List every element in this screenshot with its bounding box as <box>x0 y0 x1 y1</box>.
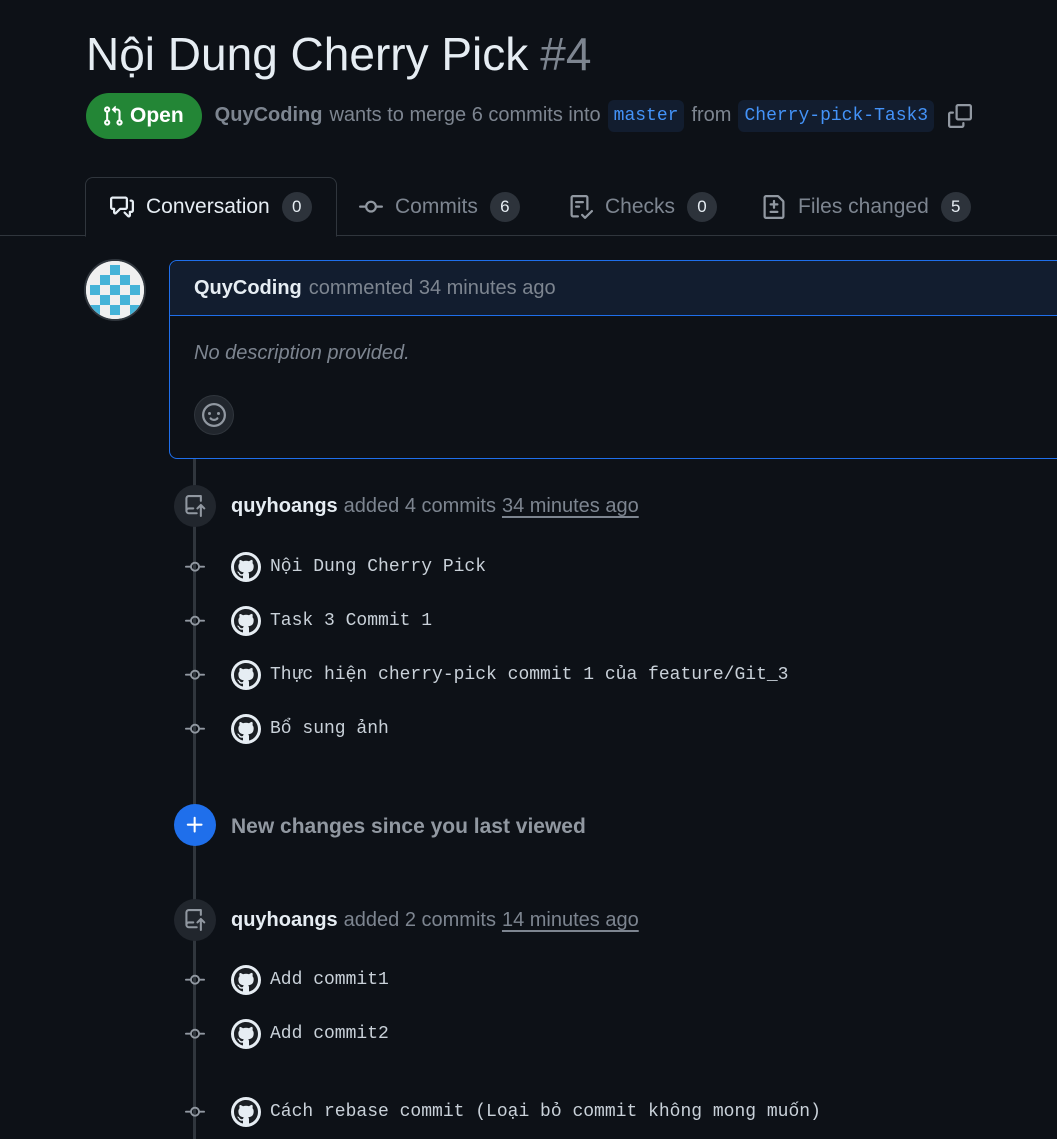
git-commit-icon <box>180 970 210 990</box>
page-title: Nội Dung Cherry Pick #4 <box>86 26 591 82</box>
file-diff-icon <box>763 194 785 219</box>
git-commit-icon <box>180 611 210 631</box>
tab-checks[interactable]: Checks 0 <box>569 177 718 236</box>
push-event-badge <box>174 899 216 941</box>
new-changes-label: New changes since you last viewed <box>231 815 586 838</box>
git-commit-icon <box>180 1024 210 1044</box>
pr-author-link[interactable]: QuyCoding <box>215 104 323 127</box>
commit-message-link[interactable]: Cách rebase commit (Loại bỏ commit không… <box>270 1102 821 1122</box>
git-commit-icon <box>180 1102 210 1122</box>
plus-icon <box>186 816 203 833</box>
new-changes-badge <box>174 804 216 846</box>
commit-row: Add commit2 <box>180 1017 389 1051</box>
tab-files-changed[interactable]: Files changed 5 <box>762 177 971 236</box>
tab-label: Checks <box>605 194 676 218</box>
tab-counter: 6 <box>489 191 520 222</box>
pr-number: #4 <box>540 28 592 80</box>
comment-discussion-icon <box>110 196 134 218</box>
commit-row: Thực hiện cherry-pick commit 1 của featu… <box>180 658 788 692</box>
status-badge: Open <box>86 92 202 139</box>
github-mark-icon[interactable] <box>231 1097 261 1127</box>
github-mark-icon[interactable] <box>231 552 261 582</box>
push-event: quyhoangs added 2 commits 14 minutes ago <box>231 906 639 934</box>
github-mark-icon[interactable] <box>231 1019 261 1049</box>
commit-message-link[interactable]: Nội Dung Cherry Pick <box>270 557 486 577</box>
copy-icon[interactable] <box>945 101 975 131</box>
repo-push-icon <box>185 909 206 931</box>
identicon-icon <box>86 261 144 319</box>
commit-row: Cách rebase commit (Loại bỏ commit không… <box>180 1095 821 1129</box>
pull-request-page: Nội Dung Cherry Pick #4 Open QuyCoding wa… <box>0 0 1057 1139</box>
github-mark-icon[interactable] <box>231 714 261 744</box>
comment-header: QuyCoding commented 34 minutes ago <box>170 261 1057 316</box>
git-pull-request-icon <box>104 105 123 126</box>
from-text: from <box>691 104 732 126</box>
tab-label: Files changed <box>798 194 929 218</box>
comment-box: QuyCoding commented 34 minutes ago No de… <box>169 260 1057 459</box>
comment-body: No description provided. <box>194 342 410 364</box>
git-commit-icon <box>180 557 210 577</box>
push-event-badge <box>174 485 216 527</box>
git-commit-icon <box>359 200 383 213</box>
head-branch[interactable]: Cherry-pick-Task3 <box>738 99 935 132</box>
status-label: Open <box>130 103 184 127</box>
pr-tabs: Conversation 0 Commits 6 Checks 0 Files … <box>0 177 1057 237</box>
comment-action: commented 34 minutes ago <box>308 276 556 299</box>
git-commit-icon <box>180 719 210 739</box>
checklist-icon <box>570 194 593 219</box>
event-actor-link[interactable]: quyhoangs <box>231 495 338 517</box>
merge-text: wants to merge 6 commits into <box>329 104 601 126</box>
git-commit-icon <box>180 665 210 685</box>
event-time-link[interactable]: 14 minutes ago <box>502 909 639 931</box>
pr-meta: Open QuyCoding wants to merge 6 commits … <box>86 92 975 139</box>
github-mark-icon[interactable] <box>231 965 261 995</box>
event-action: added 2 commits <box>343 909 496 931</box>
github-mark-icon[interactable] <box>231 660 261 690</box>
commit-message-link[interactable]: Bổ sung ảnh <box>270 719 389 739</box>
tab-label: Conversation <box>146 195 270 218</box>
commit-message-link[interactable]: Thực hiện cherry-pick commit 1 của featu… <box>270 665 788 685</box>
tab-commits[interactable]: Commits 6 <box>359 177 520 236</box>
comment-author-link[interactable]: QuyCoding <box>194 277 302 300</box>
commit-row: Bổ sung ảnh <box>180 712 389 746</box>
avatar[interactable] <box>84 259 146 321</box>
tab-counter: 0 <box>687 191 718 222</box>
push-event: quyhoangs added 4 commits 34 minutes ago <box>231 492 639 520</box>
smiley-icon <box>202 403 226 427</box>
tab-counter: 0 <box>281 192 312 222</box>
event-actor-link[interactable]: quyhoangs <box>231 909 338 931</box>
commit-row: Task 3 Commit 1 <box>180 604 432 638</box>
event-action: added 4 commits <box>343 495 496 517</box>
event-time-link[interactable]: 34 minutes ago <box>502 495 639 517</box>
base-branch[interactable]: master <box>607 99 685 132</box>
commit-row: Add commit1 <box>180 963 389 997</box>
github-mark-icon[interactable] <box>231 606 261 636</box>
add-reaction-button[interactable] <box>194 395 234 435</box>
commit-message-link[interactable]: Add commit1 <box>270 970 389 990</box>
tab-counter: 5 <box>940 191 971 222</box>
repo-push-icon <box>185 495 206 517</box>
commit-message-link[interactable]: Add commit2 <box>270 1024 389 1044</box>
pr-title-text: Nội Dung Cherry Pick <box>86 28 529 80</box>
tab-conversation[interactable]: Conversation 0 <box>85 177 337 237</box>
commit-message-link[interactable]: Task 3 Commit 1 <box>270 611 432 631</box>
tab-label: Commits <box>395 194 478 218</box>
commit-row: Nội Dung Cherry Pick <box>180 550 486 584</box>
